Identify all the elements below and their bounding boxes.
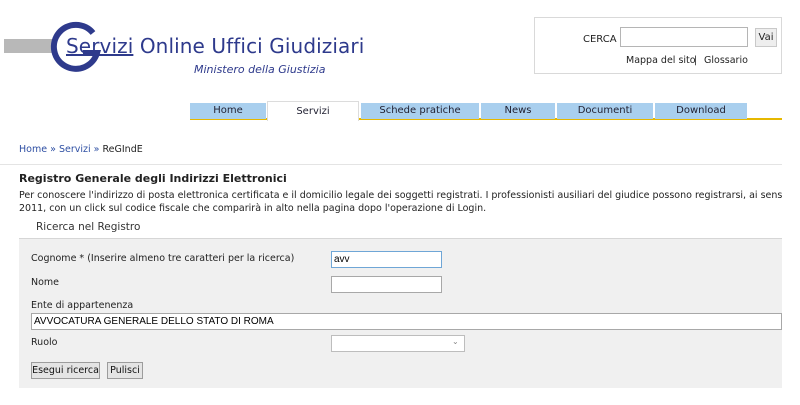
cognome-input[interactable] <box>331 251 442 268</box>
search-input[interactable] <box>620 27 748 47</box>
section-title: Ricerca nel Registro <box>36 221 141 233</box>
sitemap-link[interactable]: Mappa del sito <box>626 55 696 66</box>
breadcrumb: Home » Servizi » ReGIndE <box>19 144 143 155</box>
intro-text-line1: Per conoscere l'indirizzo di posta elett… <box>19 190 782 201</box>
cognome-label: Cognome * (Inserire almeno tre caratteri… <box>31 253 295 264</box>
page-title: Registro Generale degli Indirizzi Elettr… <box>19 172 287 185</box>
breadcrumb-servizi[interactable]: Servizi <box>59 144 91 155</box>
nome-input[interactable] <box>331 276 442 293</box>
brand-subtitle: Ministero della Giustizia <box>194 63 326 76</box>
intro-text-line2: 2011, con un click sul codice fiscale ch… <box>19 203 487 214</box>
breadcrumb-separator: » <box>50 144 56 155</box>
breadcrumb-home[interactable]: Home <box>19 144 47 155</box>
glossary-link[interactable]: Glossario <box>704 55 748 66</box>
brand-title-uffici: Uffici Giudiziari <box>211 34 365 58</box>
clear-button[interactable]: Pulisci <box>107 362 143 379</box>
brand-title-servizi: Servizi <box>66 34 134 58</box>
search-button[interactable]: Vai <box>755 28 777 47</box>
search-submit-button[interactable]: Esegui ricerca <box>31 362 100 379</box>
tab-home[interactable]: Home <box>190 103 266 119</box>
chevron-down-icon[interactable]: ⌄ <box>452 337 459 346</box>
tab-schede-pratiche[interactable]: Schede pratiche <box>361 103 479 119</box>
link-separator: | <box>694 55 698 66</box>
tab-documenti[interactable]: Documenti <box>557 103 653 119</box>
tab-servizi[interactable]: Servizi <box>267 101 359 121</box>
brand-title-online: Online <box>133 34 212 58</box>
nome-label: Nome <box>31 277 60 288</box>
brand-title[interactable]: Servizi Online Uffici Giudiziari <box>66 34 364 58</box>
divider <box>0 164 782 165</box>
ruolo-label: Ruolo <box>31 337 58 348</box>
ruolo-select[interactable] <box>331 335 465 352</box>
tab-download[interactable]: Download <box>655 103 747 119</box>
ente-label: Ente di appartenenza <box>31 300 134 311</box>
breadcrumb-current: ReGIndE <box>102 144 143 155</box>
tab-news[interactable]: News <box>481 103 555 119</box>
ente-input[interactable] <box>31 313 782 330</box>
breadcrumb-separator: » <box>93 144 100 155</box>
search-label: CERCA <box>583 34 617 45</box>
